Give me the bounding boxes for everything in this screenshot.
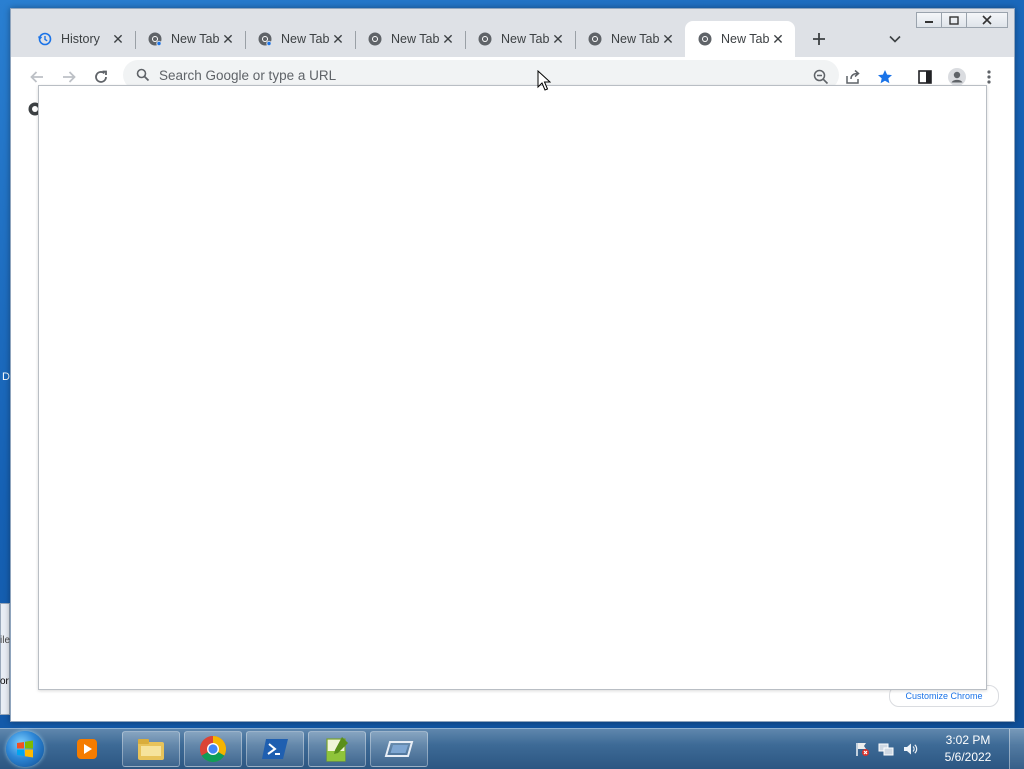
side-panel-icon xyxy=(918,70,932,84)
tab-label: New Tab xyxy=(281,32,329,46)
tab-label: New Tab xyxy=(721,32,769,46)
search-icon xyxy=(133,68,153,82)
tab-new-tab[interactable]: New Tab ✕ xyxy=(575,21,685,57)
media-player-icon xyxy=(77,739,97,759)
taskbar-remote-app[interactable] xyxy=(370,731,428,767)
taskbar-notepad-plus[interactable] xyxy=(308,731,366,767)
close-tab-button[interactable]: ✕ xyxy=(439,30,457,48)
chrome-icon xyxy=(257,31,273,47)
mouse-cursor-icon xyxy=(537,70,551,91)
desktop-partial-label: ile xyxy=(0,635,11,646)
star-icon xyxy=(878,70,892,84)
action-center-flag-icon[interactable] xyxy=(853,740,871,758)
tab-strip: History ✕ New Tab ✕ New Tab ✕ New Tab ✕ xyxy=(11,9,1014,57)
taskbar-media-player[interactable] xyxy=(58,731,116,767)
tab-history[interactable]: History ✕ xyxy=(25,21,135,57)
clock-time: 3:02 PM xyxy=(945,733,991,747)
network-icon[interactable] xyxy=(877,740,895,758)
close-tab-button[interactable]: ✕ xyxy=(109,30,127,48)
remote-app-icon xyxy=(384,741,414,757)
desktop-partial-label: or xyxy=(0,676,9,687)
arrow-left-icon xyxy=(30,71,43,83)
tab-new-tab[interactable]: New Tab ✕ xyxy=(245,21,355,57)
taskbar-powershell[interactable] xyxy=(246,731,304,767)
plus-icon xyxy=(813,33,825,45)
close-tab-button[interactable]: ✕ xyxy=(329,30,347,48)
close-window-button[interactable] xyxy=(966,12,1008,28)
restore-icon xyxy=(949,16,959,25)
show-desktop-button[interactable] xyxy=(1009,729,1024,769)
avatar-icon xyxy=(948,68,966,86)
tab-new-tab[interactable]: New Tab ✕ xyxy=(135,21,245,57)
chrome-icon xyxy=(587,31,603,47)
notepad-plus-icon xyxy=(326,737,348,762)
chrome-icon xyxy=(147,31,163,47)
close-icon xyxy=(982,15,992,25)
close-tab-button[interactable]: ✕ xyxy=(219,30,237,48)
tab-label: New Tab xyxy=(501,32,549,46)
new-tab-button[interactable] xyxy=(805,25,833,53)
taskbar-clock[interactable]: 3:02 PM 5/6/2022 xyxy=(933,732,1003,766)
history-icon xyxy=(37,31,53,47)
chrome-icon xyxy=(367,31,383,47)
taskbar-chrome[interactable] xyxy=(184,731,242,767)
share-icon xyxy=(846,69,860,84)
chrome-icon xyxy=(477,31,493,47)
start-button[interactable] xyxy=(6,731,44,767)
tab-label: History xyxy=(61,32,100,46)
windows-logo-icon xyxy=(17,740,33,758)
tab-search-button[interactable] xyxy=(883,27,907,51)
reload-icon xyxy=(95,70,107,83)
zoom-out-icon xyxy=(813,69,829,85)
tab-label: New Tab xyxy=(391,32,439,46)
close-tab-button[interactable]: ✕ xyxy=(549,30,567,48)
tab-new-tab-active[interactable]: New Tab ✕ xyxy=(685,21,795,57)
powershell-icon xyxy=(262,739,288,759)
clock-date: 5/6/2022 xyxy=(944,750,992,764)
chrome-icon xyxy=(697,31,713,47)
tab-label: New Tab xyxy=(171,32,219,46)
chevron-down-icon xyxy=(889,35,901,43)
taskbar: 3:02 PM 5/6/2022 xyxy=(0,728,1024,769)
window-controls xyxy=(916,12,1008,28)
minimize-icon xyxy=(925,21,933,23)
file-explorer-icon xyxy=(138,739,164,760)
arrow-right-icon xyxy=(63,71,76,83)
address-input[interactable] xyxy=(157,66,801,84)
tab-new-tab[interactable]: New Tab ✕ xyxy=(355,21,465,57)
more-vert-icon xyxy=(987,70,991,84)
taskbar-file-explorer[interactable] xyxy=(122,731,180,767)
desktop-partial-label: D xyxy=(2,371,10,383)
chrome-icon xyxy=(199,735,227,763)
restore-button[interactable] xyxy=(941,12,967,28)
system-tray: 3:02 PM 5/6/2022 xyxy=(853,729,1024,769)
close-tab-button[interactable]: ✕ xyxy=(659,30,677,48)
blank-popup-panel xyxy=(38,85,987,690)
minimize-button[interactable] xyxy=(916,12,942,28)
volume-icon[interactable] xyxy=(901,740,919,758)
tab-label: New Tab xyxy=(611,32,659,46)
tab-new-tab[interactable]: New Tab ✕ xyxy=(465,21,575,57)
desktop-window-fragment xyxy=(0,603,10,715)
close-tab-button[interactable]: ✕ xyxy=(769,30,787,48)
